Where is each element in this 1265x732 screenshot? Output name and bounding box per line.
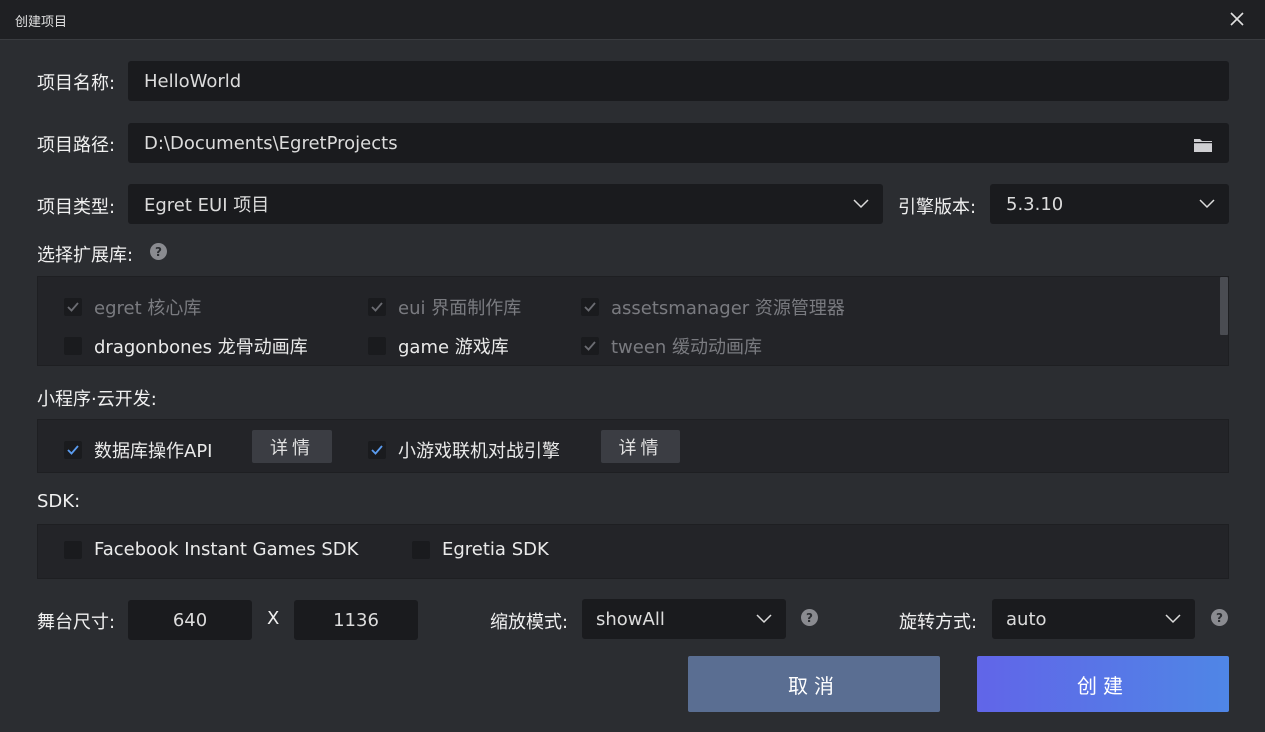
cloud-checkbox-database[interactable]: 数据库操作API: [64, 437, 212, 463]
scale-mode-select[interactable]: showAll: [582, 599, 786, 639]
project-path-value: D:\Documents\EgretProjects: [144, 132, 398, 154]
engine-version-value: 5.3.10: [1006, 193, 1064, 215]
stage-size-label: 舞台尺寸:: [37, 612, 116, 633]
cloud-item-label: 数据库操作API: [94, 441, 213, 462]
detail-button[interactable]: 详情: [601, 430, 680, 463]
close-icon: [1230, 12, 1244, 26]
rotation-label: 旋转方式:: [899, 612, 978, 633]
stage-height-value: 1136: [333, 609, 379, 631]
project-name-value: HelloWorld: [144, 70, 242, 92]
sdk-checkbox-egretia[interactable]: Egretia SDK: [412, 539, 549, 560]
project-path-input[interactable]: D:\Documents\EgretProjects: [128, 123, 1229, 163]
check-icon: [584, 341, 596, 351]
cloud-item-label: 小游戏联机对战引擎: [398, 441, 560, 462]
lib-label: game 游戏库: [398, 337, 509, 358]
chevron-down-icon: [1165, 610, 1181, 631]
stage-width-input[interactable]: 640: [128, 600, 252, 640]
check-icon: [584, 302, 596, 312]
window-title: 创建项目: [15, 15, 68, 30]
close-button[interactable]: [1224, 6, 1250, 32]
create-button[interactable]: 创建: [977, 656, 1229, 712]
lib-checkbox-eui[interactable]: eui 界面制作库: [368, 294, 521, 320]
help-icon[interactable]: ?: [1211, 609, 1228, 626]
sdk-item-label: Facebook Instant Games SDK: [94, 539, 359, 560]
lib-checkbox-dragonbones[interactable]: dragonbones 龙骨动画库: [64, 333, 308, 359]
lib-checkbox-egret[interactable]: egret 核心库: [64, 294, 201, 320]
scale-mode-value: showAll: [596, 608, 665, 630]
lib-checkbox-tween[interactable]: tween 缓动动画库: [581, 333, 762, 359]
project-name-label: 项目名称:: [37, 73, 116, 94]
project-type-select[interactable]: Egret EUI 项目: [128, 184, 883, 224]
lib-label: egret 核心库: [94, 298, 202, 319]
rotation-select[interactable]: auto: [992, 599, 1195, 639]
check-icon: [67, 445, 79, 455]
lib-label: dragonbones 龙骨动画库: [94, 337, 308, 358]
project-type-label: 项目类型:: [37, 197, 116, 218]
sdk-item-label: Egretia SDK: [442, 539, 549, 560]
check-icon: [371, 302, 383, 312]
libraries-label: 选择扩展库:: [37, 245, 134, 266]
chevron-down-icon: [756, 610, 772, 631]
check-icon: [67, 302, 79, 312]
rotation-value: auto: [1006, 608, 1047, 630]
sdk-checkbox-facebook[interactable]: Facebook Instant Games SDK: [64, 539, 358, 560]
cloud-checkbox-battle-engine[interactable]: 小游戏联机对战引擎: [368, 437, 560, 463]
cancel-button[interactable]: 取消: [688, 656, 940, 712]
cloud-label: 小程序·云开发:: [37, 389, 157, 410]
title-bar: 创建项目: [0, 0, 1265, 40]
scale-mode-label: 缩放模式:: [490, 612, 569, 633]
lib-label: tween 缓动动画库: [611, 337, 763, 358]
check-icon: [371, 445, 383, 455]
help-icon[interactable]: ?: [801, 609, 818, 626]
lib-label: eui 界面制作库: [398, 298, 522, 319]
stage-width-value: 640: [172, 609, 208, 631]
engine-version-select[interactable]: 5.3.10: [990, 184, 1229, 224]
size-separator: X: [267, 608, 280, 629]
project-path-label: 项目路径:: [37, 135, 116, 156]
stage-height-input[interactable]: 1136: [294, 600, 418, 640]
lib-checkbox-assetsmanager[interactable]: assetsmanager 资源管理器: [581, 294, 845, 320]
chevron-down-icon: [853, 195, 869, 216]
libraries-scrollbar[interactable]: [1220, 277, 1228, 335]
sdk-label: SDK:: [37, 491, 81, 512]
engine-version-label: 引擎版本:: [898, 197, 977, 218]
detail-button[interactable]: 详情: [252, 430, 332, 463]
chevron-down-icon: [1199, 195, 1215, 216]
lib-label: assetsmanager 资源管理器: [611, 298, 845, 319]
folder-icon[interactable]: [1194, 136, 1212, 157]
help-icon[interactable]: ?: [150, 243, 167, 260]
project-name-input[interactable]: HelloWorld: [128, 61, 1229, 101]
project-type-value: Egret EUI 项目: [144, 195, 270, 216]
lib-checkbox-game[interactable]: game 游戏库: [368, 333, 509, 359]
